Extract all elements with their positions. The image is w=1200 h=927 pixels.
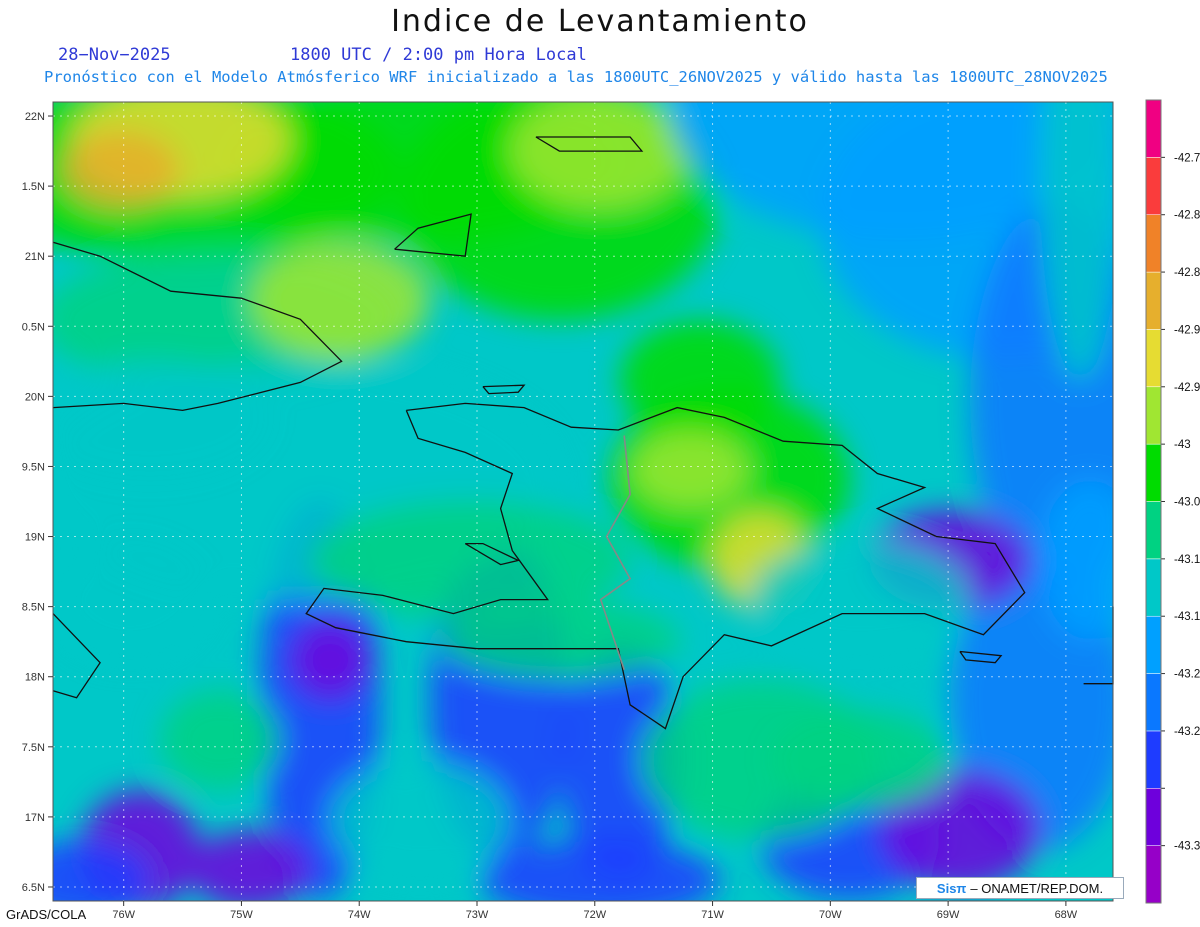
field-blob-5 (60, 130, 180, 210)
forecast-time: 1800 UTC / 2:00 pm Hora Local (290, 45, 587, 65)
sispi-logo: Sisπ (936, 880, 967, 896)
colorbar-label-0: -43.3 (1174, 841, 1200, 853)
colorbar-swatch-4 (1145, 615, 1162, 674)
field-blob-22 (190, 830, 310, 901)
colorbar-label-8: -42.9 (1174, 382, 1200, 394)
colorbar-label-10: -42.8 (1174, 267, 1200, 279)
lon-tick-label-2: 74W (348, 909, 371, 921)
forecast-date: 28−Nov−2025 (58, 45, 171, 65)
colorbar-swatch-6 (1145, 501, 1162, 560)
lat-tick-label-10: 17N (25, 812, 45, 824)
lat-tick-label-3: 0.5N (22, 321, 45, 333)
field-blob-32 (1040, 480, 1113, 640)
field-blob-37 (53, 360, 270, 480)
lat-tick-label-1: 1.5N (22, 181, 45, 193)
colorbar: -43.3 -43.2 -43.2 -43.1 -43.1 -43.0 -43 -42.9 -4… (1145, 99, 1200, 904)
colorbar-swatch-13 (1145, 99, 1162, 158)
colorbar-swatch-3 (1145, 673, 1162, 732)
lon-tick-label-3: 73W (466, 909, 489, 921)
colorbar-label-2: -43.2 (1174, 726, 1200, 738)
forecast-description: Pronóstico con el Modelo Atmósferico WRF… (44, 68, 1108, 86)
colorbar-label-5: -43.1 (1174, 554, 1200, 566)
lat-tick-label-2: 21N (25, 251, 45, 263)
colorbar-label-11: -42.8 (1174, 210, 1200, 222)
lifted-index-field (53, 102, 1113, 901)
lat-tick-label-0: 22N (25, 111, 45, 123)
lon-tick-label-7: 69W (937, 909, 960, 921)
colorbar-swatch-1 (1145, 788, 1162, 846)
lon-tick-label-4: 72W (583, 909, 606, 921)
colorbar-label-3: -43.2 (1174, 669, 1200, 681)
field-blob-27 (770, 710, 950, 810)
credit-box: Sisπ – ONAMET/REP.DOM. (916, 877, 1124, 899)
lon-tick-label-5: 71W (701, 909, 724, 921)
lifted-index-map: 22N 1.5N 21N 0.5N 20N 9.5N 19N 8.5N 18N 7.5N 17N 6.… (22, 99, 1200, 921)
colorbar-swatch-5 (1145, 558, 1162, 617)
lat-tick-label-5: 9.5N (22, 461, 45, 473)
colorbar-label-6: -43.0 (1174, 497, 1200, 509)
field-blob-38 (440, 600, 680, 680)
field-blob-3 (510, 102, 690, 210)
colorbar-label-9: -42.9 (1174, 324, 1200, 336)
lon-tick-label-0: 76W (112, 909, 135, 921)
grads-footer: GrADS/COLA (6, 907, 87, 922)
colorbar-swatch-7 (1145, 443, 1162, 502)
field-blob-28 (160, 690, 280, 790)
colorbar-swatch-8 (1145, 386, 1162, 445)
lat-tick-label-6: 19N (25, 532, 45, 544)
credit-text: – ONAMET/REP.DOM. (970, 880, 1104, 896)
colorbar-swatch-9 (1145, 329, 1162, 388)
lat-tick-label-11: 6.5N (22, 882, 45, 894)
colorbar-swatch-0 (1145, 845, 1162, 904)
field-blob-7 (250, 240, 430, 360)
lat-tick-label-8: 18N (25, 672, 45, 684)
colorbar-swatch-11 (1145, 214, 1162, 273)
colorbar-swatch-2 (1145, 730, 1162, 789)
lat-tick-label-4: 20N (25, 391, 45, 403)
colorbar-swatch-12 (1145, 157, 1162, 215)
lon-tick-label-8: 68W (1055, 909, 1078, 921)
field-blob-11 (630, 430, 750, 510)
lat-tick-label-9: 7.5N (22, 742, 45, 754)
map-title: Indice de Levantamiento (391, 4, 809, 39)
lon-tick-label-1: 75W (230, 909, 253, 921)
colorbar-swatch-10 (1145, 271, 1162, 330)
lon-tick-label-6: 70W (819, 909, 842, 921)
lat-tick-label-7: 8.5N (22, 602, 45, 614)
colorbar-label-7: -43 (1174, 439, 1191, 451)
field-blob-31 (330, 760, 510, 880)
field-blob-23 (480, 840, 720, 901)
field-blob-33 (750, 540, 970, 660)
colorbar-label-4: -43.1 (1174, 611, 1200, 623)
colorbar-label-12: -42.7 (1174, 152, 1200, 164)
